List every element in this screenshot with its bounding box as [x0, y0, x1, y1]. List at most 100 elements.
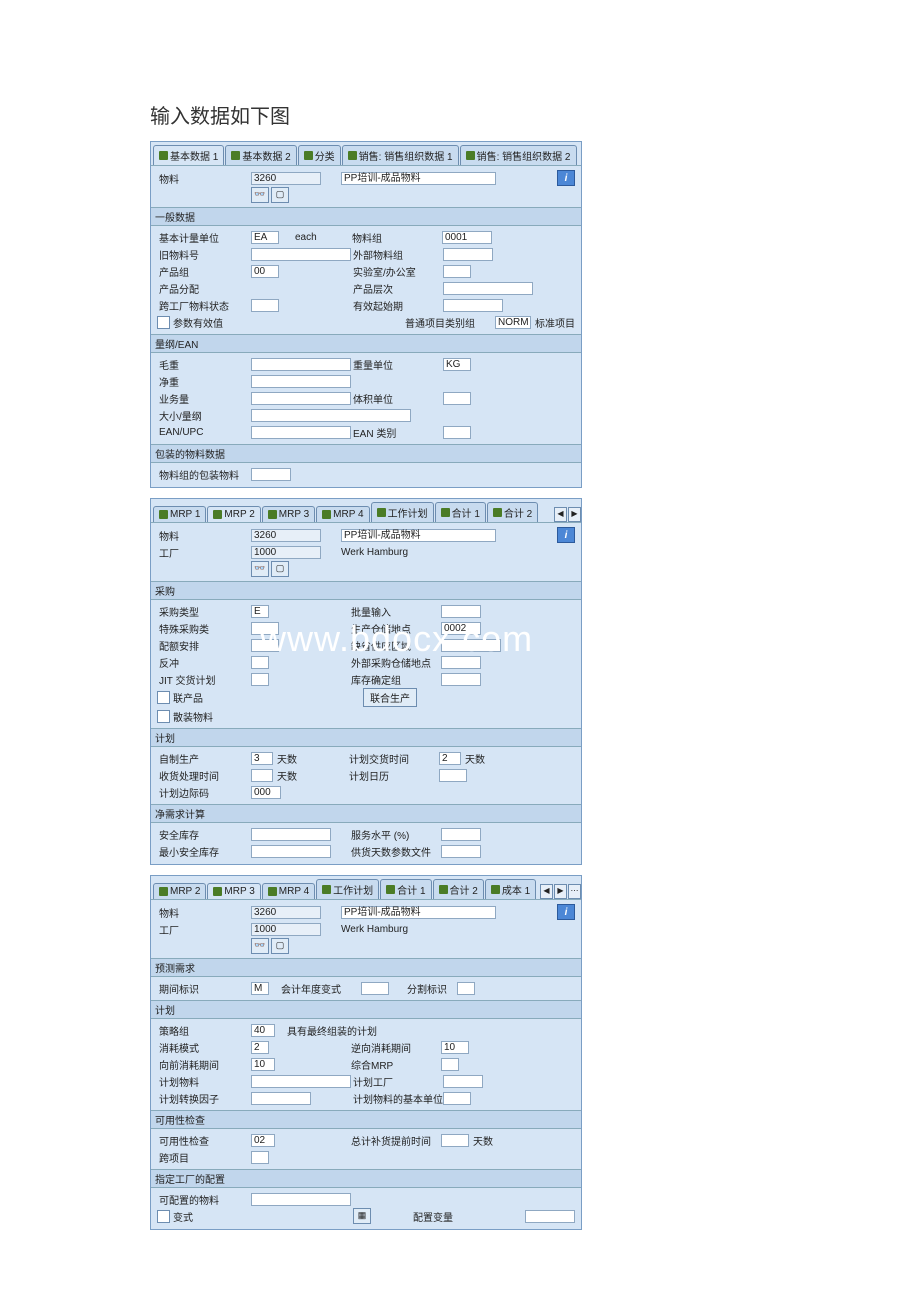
tab-prev-icon[interactable]: ◀: [554, 507, 567, 522]
tab-total2[interactable]: 合计 2: [487, 502, 538, 522]
plant-input[interactable]: 1000: [251, 923, 321, 936]
tab-next-icon[interactable]: ▶: [554, 884, 567, 899]
ext-material-input[interactable]: [443, 248, 493, 261]
tab-mrp4[interactable]: MRP 4: [262, 883, 315, 899]
tab-cost1[interactable]: 成本 1: [485, 879, 536, 899]
desc-input[interactable]: PP培训-成品物料: [341, 906, 496, 919]
plan-plant-input[interactable]: [443, 1075, 483, 1088]
proc-type-input[interactable]: E: [251, 605, 269, 618]
tab-mrp2[interactable]: MRP 2: [207, 506, 260, 522]
bulk-checkbox[interactable]: [157, 710, 170, 723]
tab-sales1[interactable]: 销售: 销售组织数据 1: [342, 145, 459, 165]
vol-unit-input[interactable]: [443, 392, 471, 405]
note-icon[interactable]: ▢: [271, 187, 289, 203]
split-input[interactable]: [457, 982, 475, 995]
sched-margin-input[interactable]: 2: [439, 752, 461, 765]
fwd-input[interactable]: 10: [251, 1058, 275, 1071]
gen-item-input[interactable]: NORM: [495, 316, 531, 329]
material-input[interactable]: 3260: [251, 529, 321, 542]
tab-mrp3[interactable]: MRP 3: [262, 506, 315, 522]
glasses-icon[interactable]: 👓: [251, 561, 269, 577]
cov-prof-input[interactable]: [441, 845, 481, 858]
tab-basic2[interactable]: 基本数据 2: [225, 145, 296, 165]
sched-key-input[interactable]: 000: [251, 786, 281, 799]
coprod-checkbox[interactable]: [157, 691, 170, 704]
tab-list-icon[interactable]: ⋯: [568, 884, 581, 899]
conf-mat-input[interactable]: [251, 1193, 351, 1206]
tab-worksched[interactable]: 工作计划: [316, 879, 379, 899]
valid-from-input[interactable]: [443, 299, 503, 312]
net-input[interactable]: [251, 375, 351, 388]
plan-mat-input[interactable]: [251, 1075, 351, 1088]
gross-input[interactable]: [251, 358, 351, 371]
size-input[interactable]: [251, 409, 411, 422]
tab-total1[interactable]: 合计 1: [435, 502, 486, 522]
tab-basic1[interactable]: 基本数据 1: [153, 145, 224, 165]
spec-proc-input[interactable]: [251, 622, 279, 635]
plan-uom-input[interactable]: [443, 1092, 471, 1105]
tab-mrp4[interactable]: MRP 4: [316, 506, 369, 522]
glasses-icon[interactable]: 👓: [251, 187, 269, 203]
plant-input[interactable]: 1000: [251, 546, 321, 559]
fy-input[interactable]: [361, 982, 389, 995]
wt-unit-input[interactable]: KG: [443, 358, 471, 371]
conf-var-input[interactable]: [525, 1210, 575, 1223]
bwd-cons-input[interactable]: 10: [441, 1041, 469, 1054]
safety-input[interactable]: [251, 828, 331, 841]
ean-cat-input[interactable]: [443, 426, 471, 439]
jit-input[interactable]: [251, 673, 269, 686]
tab-total2[interactable]: 合计 2: [433, 879, 484, 899]
tot-repl-input[interactable]: [441, 1134, 469, 1147]
base-uom-input[interactable]: EA: [251, 231, 279, 244]
note-icon[interactable]: ▢: [271, 938, 289, 954]
config-icon[interactable]: ▦: [353, 1208, 371, 1224]
cross-input[interactable]: [251, 1151, 269, 1164]
backflush-input[interactable]: [251, 656, 269, 669]
conv-input[interactable]: [251, 1092, 311, 1105]
avail-input[interactable]: 02: [251, 1134, 275, 1147]
product-group-input[interactable]: 00: [251, 265, 279, 278]
tab-sales2[interactable]: 销售: 销售组织数据 2: [460, 145, 577, 165]
tab-mrp3[interactable]: MRP 3: [207, 883, 260, 899]
variant-checkbox[interactable]: [157, 1210, 170, 1223]
ext-proc-input[interactable]: [441, 656, 481, 669]
tab-prev-icon[interactable]: ◀: [540, 884, 553, 899]
biz-input[interactable]: [251, 392, 351, 405]
plan-cal-input[interactable]: [439, 769, 467, 782]
joint-button[interactable]: 联合生产: [363, 688, 417, 707]
xplant-input[interactable]: [251, 299, 279, 312]
material-input[interactable]: 3260: [251, 172, 321, 185]
material-group-input[interactable]: 0001: [442, 231, 492, 244]
desc-input[interactable]: PP培训-成品物料: [341, 172, 496, 185]
old-material-input[interactable]: [251, 248, 351, 261]
material-input[interactable]: 3260: [251, 906, 321, 919]
info-icon[interactable]: [557, 527, 575, 543]
param-checkbox[interactable]: [157, 316, 170, 329]
svc-input[interactable]: [441, 828, 481, 841]
tab-total1[interactable]: 合计 1: [380, 879, 431, 899]
tab-mrp1[interactable]: MRP 1: [153, 506, 206, 522]
gr-time-input[interactable]: [251, 769, 273, 782]
tab-class[interactable]: 分类: [298, 145, 341, 165]
cons-mode-input[interactable]: 2: [251, 1041, 269, 1054]
lab-input[interactable]: [443, 265, 471, 278]
vendor-area-input[interactable]: [441, 639, 501, 652]
tab-worksched[interactable]: 工作计划: [371, 502, 434, 522]
prod-level-input[interactable]: [443, 282, 533, 295]
pack-mat-input[interactable]: [251, 468, 291, 481]
note-icon[interactable]: ▢: [271, 561, 289, 577]
tab-next-icon[interactable]: ▶: [568, 507, 581, 522]
ean-input[interactable]: [251, 426, 351, 439]
info-icon[interactable]: [557, 904, 575, 920]
tab-mrp2[interactable]: MRP 2: [153, 883, 206, 899]
prod-loc-input[interactable]: 0002: [441, 622, 481, 635]
desc-input[interactable]: PP培训-成品物料: [341, 529, 496, 542]
quota-input[interactable]: [251, 639, 279, 652]
stock-det-input[interactable]: [441, 673, 481, 686]
info-icon[interactable]: [557, 170, 575, 186]
period-input[interactable]: M: [251, 982, 269, 995]
glasses-icon[interactable]: 👓: [251, 938, 269, 954]
mixed-input[interactable]: [441, 1058, 459, 1071]
strat-input[interactable]: 40: [251, 1024, 275, 1037]
inhouse-input[interactable]: 3: [251, 752, 273, 765]
